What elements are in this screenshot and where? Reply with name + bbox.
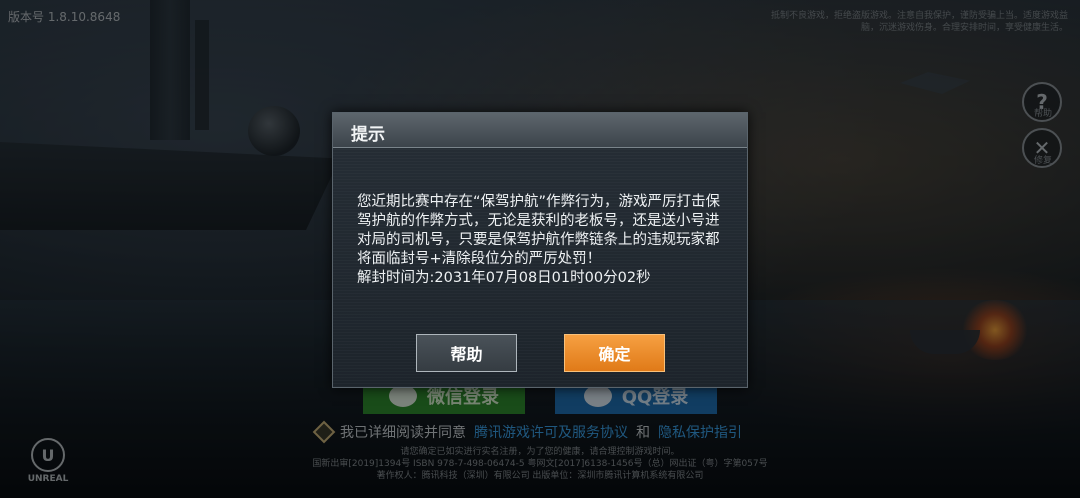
notice-dialog: 提示 您近期比赛中存在“保驾护航”作弊行为，游戏严厉打击保驾护航的作弊方式，无论… bbox=[332, 112, 748, 388]
dialog-unban-time: 解封时间为:2031年07月08日01时00分02秒 bbox=[357, 270, 651, 286]
confirm-button[interactable]: 确定 bbox=[564, 334, 665, 372]
dialog-title: 提示 bbox=[351, 125, 385, 145]
dialog-message-text: 您近期比赛中存在“保驾护航”作弊行为，游戏严厉打击保驾护航的作弊方式，无论是获利… bbox=[357, 194, 721, 267]
dialog-header: 提示 bbox=[333, 113, 747, 148]
game-screen: 版本号 1.8.10.8648 抵制不良游戏，拒绝盗版游戏。注意自我保护，谨防受… bbox=[0, 0, 1080, 498]
dialog-message: 您近期比赛中存在“保驾护航”作弊行为，游戏严厉打击保驾护航的作弊方式，无论是获利… bbox=[357, 193, 727, 288]
help-button[interactable]: 帮助 bbox=[416, 334, 517, 372]
